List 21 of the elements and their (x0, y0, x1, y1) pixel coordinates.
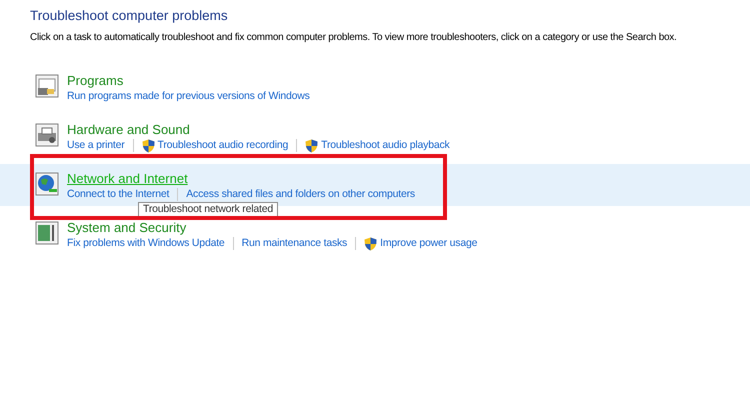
task-link[interactable]: Improve power usage (364, 236, 478, 251)
shield-icon (305, 138, 318, 152)
task-link[interactable]: Connect to the Internet (67, 187, 170, 202)
programs-icon (35, 74, 59, 98)
globe-icon (35, 172, 59, 196)
task-link[interactable]: Troubleshoot audio playback (305, 138, 450, 153)
task-link[interactable]: Access shared files and folders on other computers (186, 187, 415, 202)
category-link[interactable]: System and Security (67, 219, 186, 236)
task-link[interactable]: Run programs made for previous versions of Windows (67, 89, 310, 104)
task-link[interactable]: Troubleshoot audio recording (142, 138, 288, 153)
task-link[interactable]: Fix problems with Windows Update (67, 236, 225, 251)
task-link[interactable]: Use a printer (67, 138, 125, 153)
shield-icon (364, 236, 378, 250)
description-text: Click on a task to automatically troubleshoot and fix common computer problems. To view more troubleshooters, click on a category or use the Search box. (30, 31, 677, 45)
category-link[interactable]: Hardware and Sound (67, 121, 190, 138)
category-link[interactable]: Programs (67, 72, 124, 89)
task-link[interactable]: Run maintenance tasks (242, 236, 348, 251)
page-title: Troubleshoot computer problems (30, 7, 228, 25)
shield-icon (142, 138, 155, 152)
window-icon (35, 221, 59, 245)
printer-icon (35, 123, 59, 147)
